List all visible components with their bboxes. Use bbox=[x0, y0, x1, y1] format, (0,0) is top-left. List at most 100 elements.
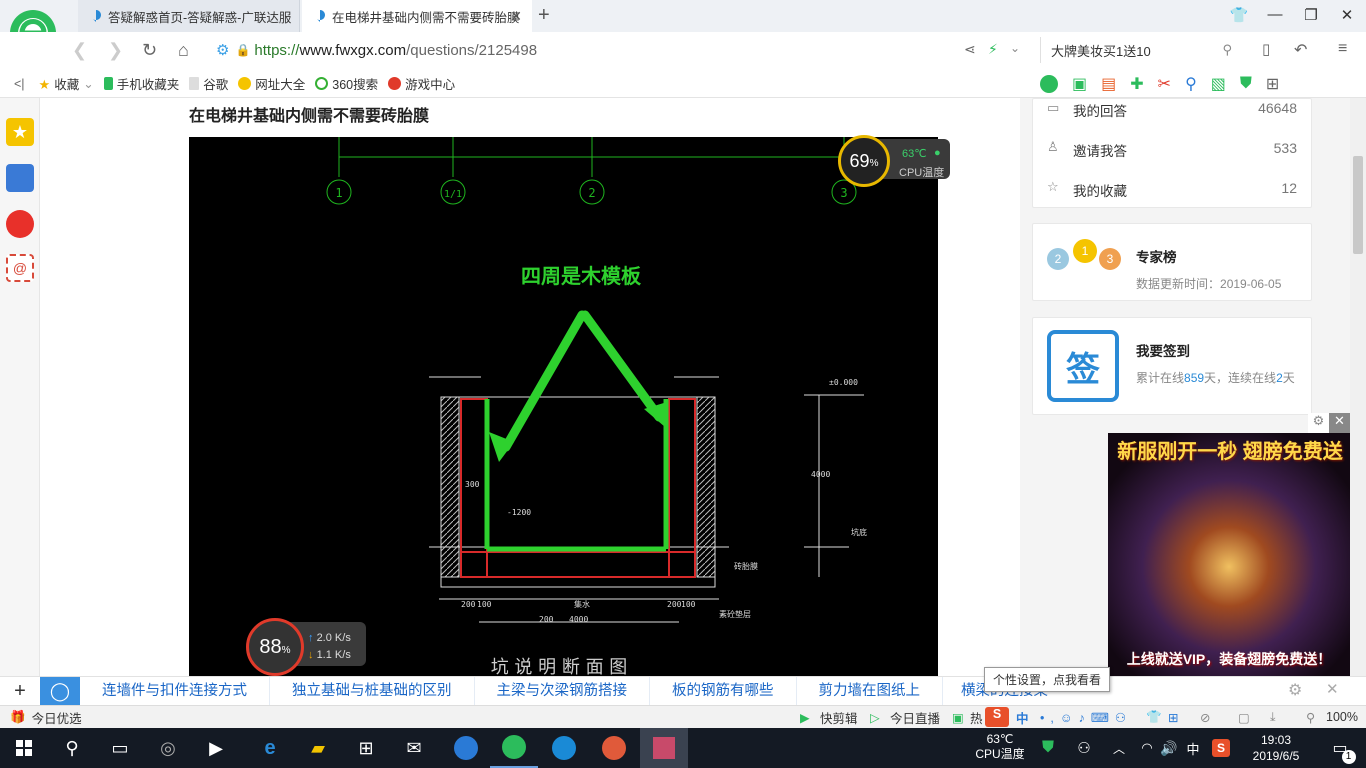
status-item[interactable]: 快剪辑 bbox=[820, 708, 858, 727]
scissors-icon[interactable]: ✂ bbox=[1158, 74, 1171, 94]
bookmark-favorites[interactable]: ★ 收藏 ⌄ bbox=[39, 74, 94, 93]
status-left[interactable]: 今日优选 bbox=[32, 708, 82, 727]
bookmark-google[interactable]: 谷歌 bbox=[189, 74, 228, 93]
related-link[interactable]: 主梁与次梁钢筋搭接 bbox=[497, 676, 650, 706]
stat-label[interactable]: 邀请我答 bbox=[1073, 140, 1127, 160]
memory-percent: 88 bbox=[259, 635, 282, 658]
close-bar-icon[interactable]: ✕ bbox=[1326, 680, 1339, 698]
related-link[interactable]: 板的钢筋有哪些 bbox=[672, 676, 797, 706]
add-icon[interactable]: + bbox=[0, 680, 40, 703]
shield-icon[interactable]: ⛊ bbox=[1240, 75, 1252, 93]
cpu-widget[interactable]: 69% 63℃ ● CPU温度 bbox=[836, 135, 954, 187]
paint-app-icon[interactable] bbox=[640, 728, 688, 768]
share-icon[interactable]: ⋖ bbox=[964, 41, 976, 58]
favorites-star-icon[interactable]: ★ bbox=[6, 118, 34, 146]
stat-value: 533 bbox=[1273, 140, 1297, 156]
status-item[interactable]: 今日直播 bbox=[890, 708, 940, 727]
stat-label[interactable]: 我的收藏 bbox=[1073, 180, 1127, 200]
search-icon[interactable]: ⚲ bbox=[48, 728, 96, 768]
gamepad-icon[interactable]: ▧ bbox=[1211, 74, 1226, 94]
grid-icon[interactable]: ⊞ bbox=[1168, 710, 1178, 725]
ime-toolbar-icons[interactable]: •,☺♪⌨⚇ bbox=[1040, 710, 1132, 725]
sogou-app-icon[interactable] bbox=[442, 728, 490, 768]
gear-icon[interactable]: ⚙ bbox=[1308, 413, 1329, 433]
ime-mode[interactable]: 中 bbox=[1016, 708, 1029, 727]
360-browser-taskbar-icon[interactable] bbox=[490, 728, 538, 768]
media-icon[interactable]: ▶ bbox=[192, 728, 240, 768]
start-button[interactable] bbox=[0, 728, 48, 768]
url-bar[interactable]: ⚙ 🔒 https://www.fwxgx.com/questions/2125… bbox=[216, 37, 1036, 63]
phone-icon[interactable]: ▯ bbox=[1262, 40, 1270, 58]
search-circle-icon[interactable]: ◯ bbox=[40, 676, 80, 706]
close-tab-icon[interactable]: ✕ bbox=[510, 8, 522, 25]
store-icon[interactable]: ⊞ bbox=[342, 728, 390, 768]
menu-icon[interactable]: ≡ bbox=[1338, 40, 1347, 58]
site-info-icon[interactable]: ⚙ bbox=[216, 41, 229, 59]
collapse-icon[interactable]: <| bbox=[14, 77, 25, 91]
home-icon[interactable]: ⌂ bbox=[178, 40, 189, 61]
ad-banner[interactable]: 新服刚开一秒 翅膀免费送 上线就送VIP，装备翅膀免费送！ bbox=[1108, 433, 1350, 676]
chevron-down-icon[interactable]: ⌄ bbox=[1010, 41, 1020, 55]
search-icon[interactable]: ⚲ bbox=[1222, 42, 1232, 58]
magnify-icon[interactable]: ⚲ bbox=[1185, 74, 1197, 94]
mail-icon[interactable]: @ bbox=[6, 254, 34, 282]
sogou-tray-icon[interactable]: S bbox=[1206, 728, 1236, 768]
scroll-thumb[interactable] bbox=[1353, 156, 1363, 254]
settings-gear-icon[interactable]: ⚙ bbox=[1288, 680, 1302, 700]
signin-card[interactable]: 签 我要签到 累计在线859天，连续在线2天 bbox=[1032, 317, 1312, 415]
related-link[interactable]: 连墙件与扣件连接方式 bbox=[102, 676, 270, 706]
weibo-icon[interactable] bbox=[6, 210, 34, 238]
book-icon[interactable]: ▣ bbox=[1072, 74, 1087, 94]
app-icon[interactable]: ◎ bbox=[144, 728, 192, 768]
minimize-button[interactable]: — bbox=[1260, 6, 1290, 23]
tab-home[interactable]: 答疑解惑首页-答疑解惑-广联达服 bbox=[78, 0, 300, 32]
bookmark-mobile[interactable]: 手机收藏夹 bbox=[103, 74, 179, 93]
refresh-icon[interactable]: ↻ bbox=[142, 40, 157, 61]
edge-icon[interactable]: e bbox=[246, 728, 294, 768]
swirl-app-icon[interactable] bbox=[590, 728, 638, 768]
folder-icon[interactable]: ▰ bbox=[294, 728, 342, 768]
window-icon[interactable]: ▢ bbox=[1238, 710, 1250, 725]
bookmark-360[interactable]: 360搜索 bbox=[315, 74, 378, 93]
assistant-icon[interactable] bbox=[1040, 75, 1058, 93]
undo-icon[interactable]: ↶ bbox=[1294, 40, 1307, 60]
glodon-icon[interactable] bbox=[540, 728, 588, 768]
memory-net-widget[interactable]: 88% ↑ 2.0 K/s ↓ 1.1 K/s bbox=[246, 618, 368, 676]
bookmark-game[interactable]: 游戏中心 bbox=[388, 74, 455, 93]
news-icon[interactable] bbox=[6, 164, 34, 192]
tv-icon[interactable]: ▤ bbox=[1101, 74, 1116, 94]
tab-question[interactable]: 在电梯井基础内侧需不需要砖胎膜 ✕ bbox=[302, 0, 532, 32]
shirt-skin-icon[interactable]: 👕 bbox=[1224, 6, 1254, 24]
mail-icon[interactable]: ✉ bbox=[390, 728, 438, 768]
sogou-ime-icon[interactable]: S bbox=[985, 707, 1009, 727]
search-input[interactable]: 大牌美妆买1送10 ⚲ bbox=[1040, 37, 1240, 63]
vertical-scrollbar[interactable] bbox=[1350, 98, 1366, 676]
stat-label[interactable]: 我的回答 bbox=[1073, 100, 1127, 120]
bookmark-hao[interactable]: 网址大全 bbox=[238, 74, 305, 93]
download-icon[interactable]: ⤓ bbox=[1270, 710, 1276, 725]
related-link[interactable]: 剪力墙在图纸上 bbox=[819, 676, 943, 706]
apps-icon[interactable]: ⊞ bbox=[1266, 74, 1279, 94]
forward-icon[interactable]: ❯ bbox=[108, 40, 123, 61]
chevron-up-icon[interactable]: ︿ bbox=[1104, 728, 1134, 768]
maximize-button[interactable]: ❐ bbox=[1296, 6, 1326, 24]
close-window-button[interactable]: ✕ bbox=[1332, 6, 1362, 24]
close-ad-icon[interactable]: ✕ bbox=[1329, 413, 1350, 433]
experts-card[interactable]: 2 1 3 专家榜 数据更新时间：2019-06-05 bbox=[1032, 223, 1312, 301]
shirt-icon[interactable]: 👕 bbox=[1146, 710, 1162, 725]
taskbar-ime[interactable]: 中 bbox=[1178, 728, 1208, 768]
clean-icon[interactable]: ⊘ bbox=[1200, 710, 1210, 725]
zoom-icon[interactable]: ⚲ bbox=[1306, 710, 1315, 725]
related-link[interactable]: 独立基础与桩基础的区别 bbox=[292, 676, 475, 706]
back-icon[interactable]: ❮ bbox=[72, 40, 87, 61]
translate-icon[interactable]: ✚ bbox=[1130, 74, 1143, 94]
zoom-level[interactable]: 100% bbox=[1326, 710, 1358, 724]
notification-icon[interactable]: ▭ 1 bbox=[1318, 728, 1362, 768]
new-tab-button[interactable]: + bbox=[538, 4, 550, 27]
clock[interactable]: 19:03 2019/6/5 bbox=[1240, 732, 1312, 764]
people-icon[interactable]: ⚇ bbox=[1062, 728, 1106, 768]
lightning-icon[interactable]: ⚡ bbox=[988, 41, 998, 58]
upload-speed: ↑ 2.0 K/s bbox=[308, 632, 351, 644]
task-view-icon[interactable]: ▭ bbox=[96, 728, 144, 768]
status-item[interactable]: 热 bbox=[970, 708, 983, 727]
